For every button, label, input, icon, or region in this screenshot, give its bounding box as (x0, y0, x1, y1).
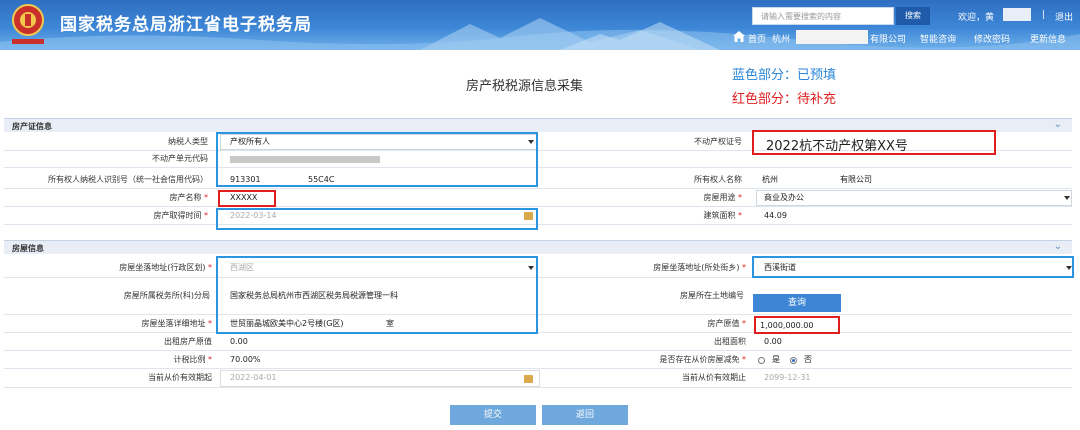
field-label: 当前从价有效期起 (148, 373, 212, 382)
form-row: 房产取得时间 * 2022-03-14 建筑面积 * 44.09 (4, 208, 1072, 225)
field-label: 房产名称 * (169, 193, 208, 202)
field-label: 房屋坐落详细地址 * (141, 319, 212, 328)
field-label: 建筑面积 * (703, 211, 742, 220)
calendar-icon[interactable] (524, 375, 533, 383)
label-text: 房屋用途 (703, 193, 736, 202)
field-label: 当前从价有效期止 (682, 373, 746, 382)
prefilled-highlight (216, 132, 538, 187)
submit-button[interactable]: 提交 (450, 405, 536, 425)
form-row: 当前从价有效期起 2022-04-01 当前从价有效期止 2099-12-31 (4, 370, 1072, 388)
legend-blue-note: 蓝色部分：已预填 (732, 68, 837, 83)
label-text: 建筑面积 (703, 211, 736, 220)
prefilled-highlight (216, 208, 538, 230)
field-label: 房屋用途 * (703, 193, 742, 202)
masked-company-name (796, 30, 868, 44)
field-label: 计税比例 * (173, 355, 212, 364)
label-text: 房产取得时间 (153, 211, 202, 220)
tax-ratio-value[interactable]: 70.00% (230, 352, 261, 368)
field-label: 纳税人类型 (168, 137, 208, 146)
form-row: 出租房产原值 0.00 出租面积 0.00 (4, 334, 1072, 351)
search-input[interactable]: 请输入需要搜索的内容 (752, 7, 894, 25)
area-input[interactable]: 44.09 (764, 208, 787, 224)
field-label: 出租面积 (714, 337, 746, 346)
prefilled-highlight (216, 256, 538, 334)
original-value-input[interactable]: 1,000,000.00 (760, 319, 813, 333)
label-text: 房产原值 (707, 319, 740, 328)
tax-emblem-icon (12, 4, 44, 44)
search-button[interactable]: 搜索 (896, 7, 930, 25)
field-label: 房屋所属税务所(科)分局 (123, 291, 210, 300)
cert-no-value: 2022杭不动产权第XX号 (766, 139, 908, 154)
divider: | (1042, 10, 1046, 20)
form-row: 房产名称 * XXXXX 房屋用途 * 商业及办公 (4, 190, 1072, 207)
back-button[interactable]: 返回 (542, 405, 628, 425)
collapse-chevron-icon[interactable]: ⌄ (1054, 119, 1062, 130)
field-label: 房屋坐落地址(行政区划) * (119, 263, 212, 272)
reduction-no-label: 否 (804, 355, 812, 364)
nav-update-info[interactable]: 更新信息 (1030, 32, 1066, 45)
form-row: 房屋坐落详细地址 * 世贸丽晶城欧美中心2号楼(G区) 室 房产原值 * (4, 316, 1072, 333)
valid-from-value: 2022-04-01 (230, 373, 277, 382)
prefilled-highlight (752, 256, 1074, 278)
section-header-house[interactable]: 房屋信息 ⌄ (4, 240, 1072, 254)
field-label: 房屋坐落地址(所处街乡) * (653, 263, 746, 272)
owner-name-part2: 有限公司 (840, 175, 872, 184)
section-title: 房屋信息 (12, 244, 44, 253)
query-button[interactable]: 查询 (753, 294, 841, 312)
label-text: 房屋坐落地址(所处街乡) (653, 263, 740, 272)
nav-home[interactable]: 首页 (748, 32, 766, 45)
site-title: 国家税务总局浙江省电子税务局 (60, 15, 312, 35)
to-fill-highlight: 1,000,000.00 (754, 316, 840, 334)
form-row: 所有权人纳税人识别号（统一社会信用代码） 913301 55C4C 所有权人名称… (4, 172, 1072, 189)
reduction-yes-label: 是 (772, 355, 780, 364)
chevron-down-icon (1064, 196, 1070, 200)
top-banner: 国家税务总局浙江省电子税务局 请输入需要搜索的内容 搜索 欢迎，黄 | 退出 首… (0, 0, 1080, 50)
field-label: 所有权人纳税人识别号（统一社会信用代码） (48, 175, 208, 184)
rent-area-value[interactable]: 0.00 (764, 334, 782, 350)
nav-smart-consult[interactable]: 智能咨询 (920, 32, 956, 45)
field-label: 所有权人名称 (694, 175, 742, 184)
field-label: 房屋所在土地编号 (680, 291, 744, 300)
field-label: 房产取得时间 * (153, 211, 208, 220)
owner-name-part1: 杭州 (762, 175, 778, 184)
home-icon[interactable] (733, 31, 745, 42)
field-label: 出租房产原值 (164, 337, 212, 346)
nav-company-suffix: 有限公司 (870, 35, 907, 45)
to-fill-highlight (218, 190, 276, 207)
collapse-chevron-icon[interactable]: ⌄ (1054, 241, 1062, 252)
masked-username (1003, 8, 1031, 21)
reduction-no-radio[interactable] (790, 357, 797, 364)
to-fill-highlight: 2022杭不动产权第XX号 (752, 130, 996, 155)
rent-original-value[interactable]: 0.00 (230, 334, 248, 350)
legend-red-note: 红色部分：待补充 (732, 92, 837, 107)
form-row: 房屋所属税务所(科)分局 国家税务总局杭州市西湖区税务局税源管理一科 房屋所在土… (4, 279, 1072, 315)
field-label: 不动产权证号 (694, 137, 742, 146)
logout-link[interactable]: 退出 (1055, 10, 1073, 23)
reduction-yes-radio[interactable] (758, 357, 765, 364)
section-title: 房产证信息 (12, 122, 52, 131)
label-text: 房产名称 (169, 193, 202, 202)
label-text: 房屋坐落详细地址 (141, 319, 206, 328)
label-text: 房屋坐落地址(行政区划) (119, 263, 206, 272)
field-label: 不动产单元代码 (152, 154, 208, 163)
welcome-text: 欢迎，黄 (958, 13, 995, 23)
page-title: 房产税税源信息采集 (466, 79, 584, 94)
valid-to-value: 2099-12-31 (764, 373, 811, 382)
nav-change-password[interactable]: 修改密码 (974, 32, 1010, 45)
field-label: 是否存在从价房屋减免 * (659, 355, 746, 364)
nav-company-prefix: 杭州 (772, 35, 791, 45)
form-row: 计税比例 * 70.00% 是否存在从价房屋减免 * 是 否 (4, 352, 1072, 369)
label-text: 是否存在从价房屋减免 (659, 355, 740, 364)
usage-value: 商业及办公 (764, 193, 804, 202)
label-text: 计税比例 (173, 355, 206, 364)
field-label: 房产原值 * (707, 319, 746, 328)
